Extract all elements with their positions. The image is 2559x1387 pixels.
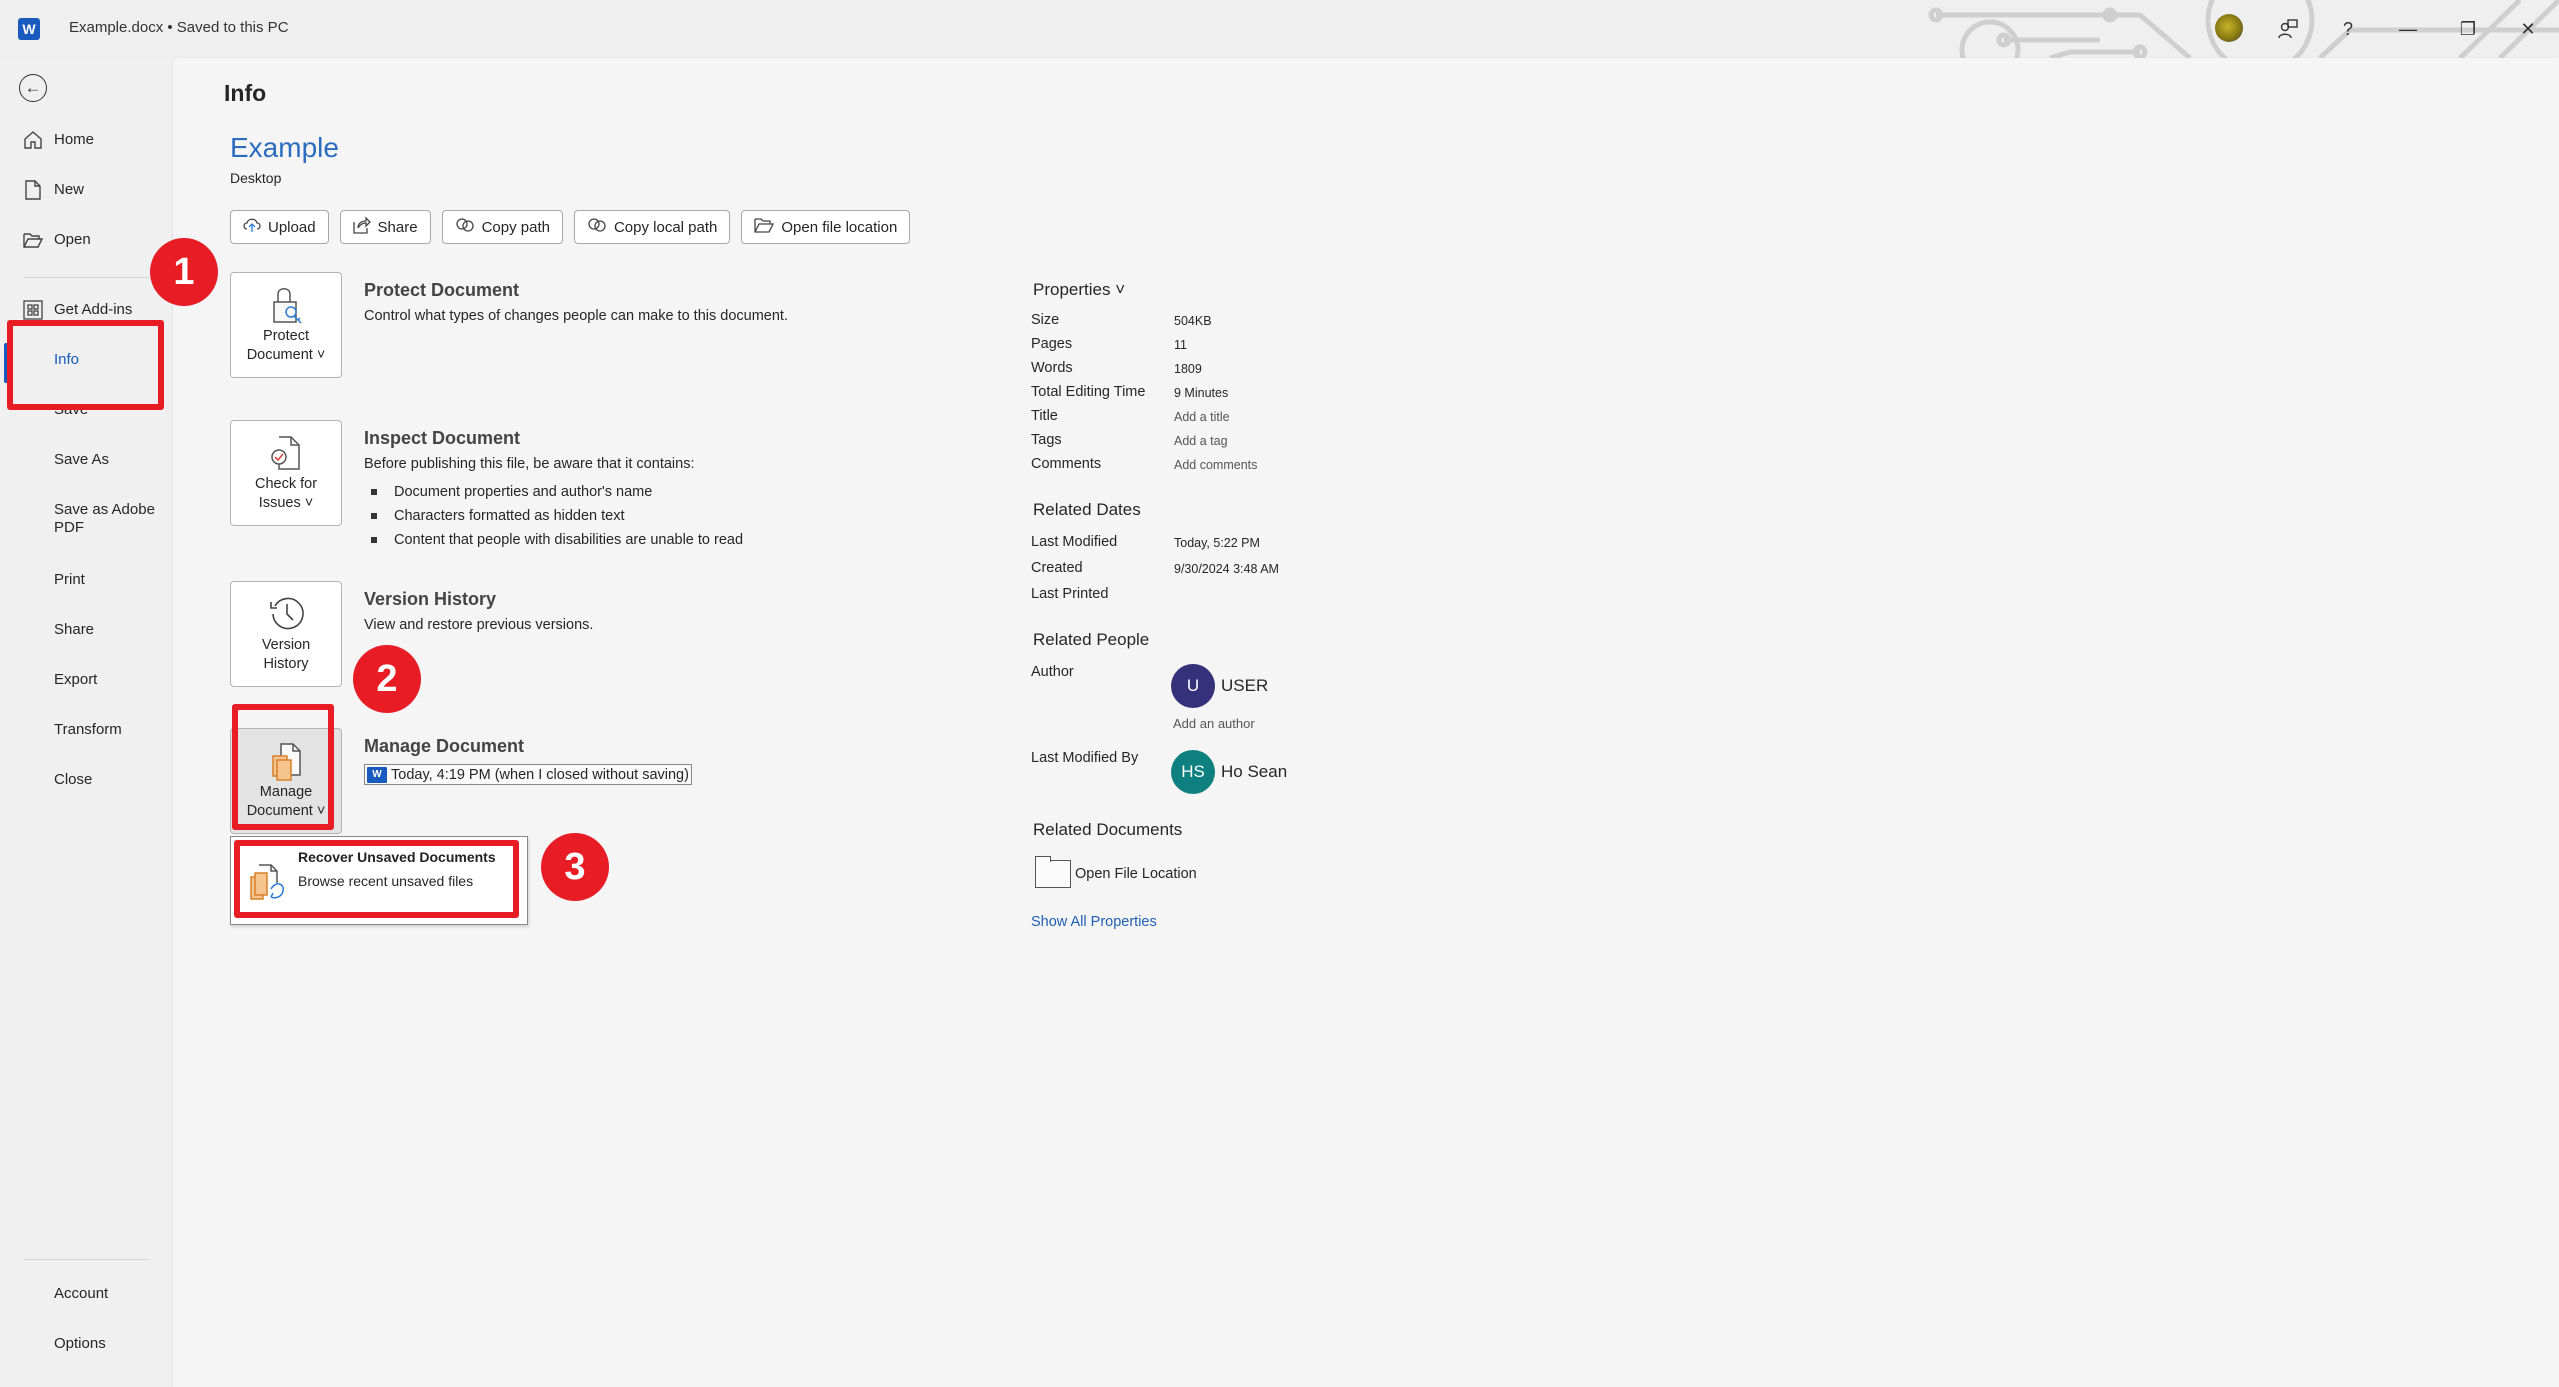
title-bar: W Example.docx • Saved to this PC ? — ❐ …: [0, 0, 2559, 58]
list-item: Content that people with disabilities ar…: [364, 528, 743, 552]
last-modified-by-label: Last Modified By: [1031, 750, 1139, 766]
add-ins-grid-icon: [23, 300, 43, 320]
folder-icon: [1035, 856, 1071, 888]
annotation-highlight-recover-unsaved: [234, 840, 519, 918]
home-icon: [23, 130, 43, 150]
annotation-badge-3: 3: [541, 833, 609, 901]
sidebar-item-print[interactable]: Print: [0, 560, 173, 600]
word-file-icon: W: [367, 766, 387, 783]
add-author-link[interactable]: Add an author: [1173, 716, 1255, 731]
back-arrow-icon[interactable]: ←: [19, 74, 47, 102]
minimize-icon[interactable]: —: [2390, 12, 2426, 46]
property-row-size: Size 504KB: [1031, 312, 1212, 328]
annotation-highlight-manage-document: [232, 704, 334, 830]
word-app-icon: W: [18, 18, 45, 40]
profile-avatar[interactable]: [2215, 14, 2243, 42]
related-dates-heading: Related Dates: [1033, 500, 1141, 519]
section-title: Protect Document: [364, 280, 520, 300]
check-for-issues-button[interactable]: Check for Issues ˅: [230, 420, 342, 526]
sidebar-divider: [24, 1259, 149, 1260]
property-row-last-modified: Last Modified Today, 5:22 PM: [1031, 534, 1260, 550]
sidebar-item-transform[interactable]: Transform: [0, 710, 173, 750]
section-title: Version History: [364, 589, 497, 609]
inspect-items-list: Document properties and author's name Ch…: [364, 480, 743, 552]
property-row-title: Title Add a title: [1031, 408, 1230, 424]
link-icon: [587, 218, 607, 236]
related-people-heading: Related People: [1033, 630, 1150, 649]
open-folder-icon: [754, 217, 775, 237]
author-avatar: U: [1171, 664, 1215, 708]
document-location: Desktop: [230, 170, 282, 186]
list-item: Characters formatted as hidden text: [364, 504, 743, 528]
sidebar-item-share[interactable]: Share: [0, 610, 173, 650]
history-clock-icon: [270, 597, 304, 630]
sidebar-item-new[interactable]: New: [0, 170, 173, 210]
upload-button[interactable]: Upload: [230, 210, 329, 244]
property-row-created: Created 9/30/2024 3:48 AM: [1031, 560, 1279, 576]
section-description: View and restore previous versions.: [364, 617, 594, 633]
sidebar-item-save-as-adobe-pdf[interactable]: Save as Adobe PDF: [0, 490, 173, 548]
modifier-avatar: HS: [1171, 750, 1215, 794]
section-title: Inspect Document: [364, 428, 521, 448]
share-button[interactable]: Share: [339, 210, 431, 244]
open-folder-icon: [23, 230, 43, 250]
property-row-last-printed: Last Printed: [1031, 586, 1109, 602]
copy-path-button[interactable]: Copy path: [441, 210, 563, 244]
sidebar-item-save-as[interactable]: Save As: [0, 440, 173, 480]
autosaved-version-link[interactable]: W Today, 4:19 PM (when I closed without …: [364, 764, 692, 785]
comments-input[interactable]: Add comments: [1174, 458, 1257, 472]
section-description: Control what types of changes people can…: [364, 308, 788, 324]
backstage-sidebar: ← Home New Open Get Add-ins Info Save Sa…: [0, 58, 173, 1387]
link-icon: [455, 218, 475, 236]
annotation-badge-1: 1: [150, 238, 218, 306]
info-page: Info Example Desktop Upload Share Copy p…: [173, 58, 2559, 1387]
related-documents-heading: Related Documents: [1033, 820, 1183, 839]
page-title: Info: [224, 80, 267, 106]
section-description: Before publishing this file, be aware th…: [364, 456, 695, 472]
sidebar-item-account[interactable]: Account: [0, 1274, 173, 1314]
property-row-pages: Pages 11: [1031, 336, 1187, 352]
open-file-location-button[interactable]: Open file location: [741, 210, 911, 244]
protect-document-button[interactable]: Protect Document ˅: [230, 272, 342, 378]
annotation-highlight-info: [7, 320, 164, 410]
cloud-upload-icon: [243, 217, 261, 237]
sidebar-item-close[interactable]: Close: [0, 760, 173, 800]
copy-local-path-button[interactable]: Copy local path: [573, 210, 731, 244]
sidebar-item-open[interactable]: Open: [0, 220, 173, 260]
open-file-location-link[interactable]: Open File Location: [1035, 856, 1197, 888]
document-actions: Upload Share Copy path Copy local path O…: [230, 210, 911, 244]
properties-dropdown[interactable]: Properties ˅: [1033, 280, 1125, 300]
sidebar-item-home[interactable]: Home: [0, 120, 173, 160]
share-icon: [352, 216, 371, 238]
close-icon[interactable]: ✕: [2510, 12, 2546, 46]
restore-icon[interactable]: ❐: [2450, 12, 2486, 46]
annotation-badge-2: 2: [353, 645, 421, 713]
author-label: Author: [1031, 664, 1074, 680]
document-name: Example: [230, 132, 339, 163]
tags-input[interactable]: Add a tag: [1174, 434, 1228, 448]
sidebar-divider: [24, 277, 149, 278]
title-input[interactable]: Add a title: [1174, 410, 1230, 424]
show-all-properties-link[interactable]: Show All Properties: [1031, 914, 1157, 930]
sidebar-item-options[interactable]: Options: [0, 1324, 173, 1364]
property-row-comments: Comments Add comments: [1031, 456, 1258, 472]
lock-key-icon: [273, 288, 302, 324]
check-document-icon: [271, 436, 300, 470]
new-document-icon: [23, 180, 43, 200]
list-item: Document properties and author's name: [364, 480, 743, 504]
document-title: Example.docx • Saved to this PC: [69, 19, 289, 36]
property-row-words: Words 1809: [1031, 360, 1202, 376]
sidebar-item-export[interactable]: Export: [0, 660, 173, 700]
property-row-tags: Tags Add a tag: [1031, 432, 1228, 448]
coauthor-icon[interactable]: [2270, 12, 2306, 46]
version-history-button[interactable]: Version History: [230, 581, 342, 687]
property-row-editing-time: Total Editing Time 9 Minutes: [1031, 384, 1229, 400]
help-icon[interactable]: ?: [2330, 12, 2366, 46]
section-title: Manage Document: [364, 736, 525, 756]
author-person[interactable]: U USER: [1171, 664, 1268, 708]
last-modified-by-person[interactable]: HS Ho Sean: [1171, 750, 1287, 794]
